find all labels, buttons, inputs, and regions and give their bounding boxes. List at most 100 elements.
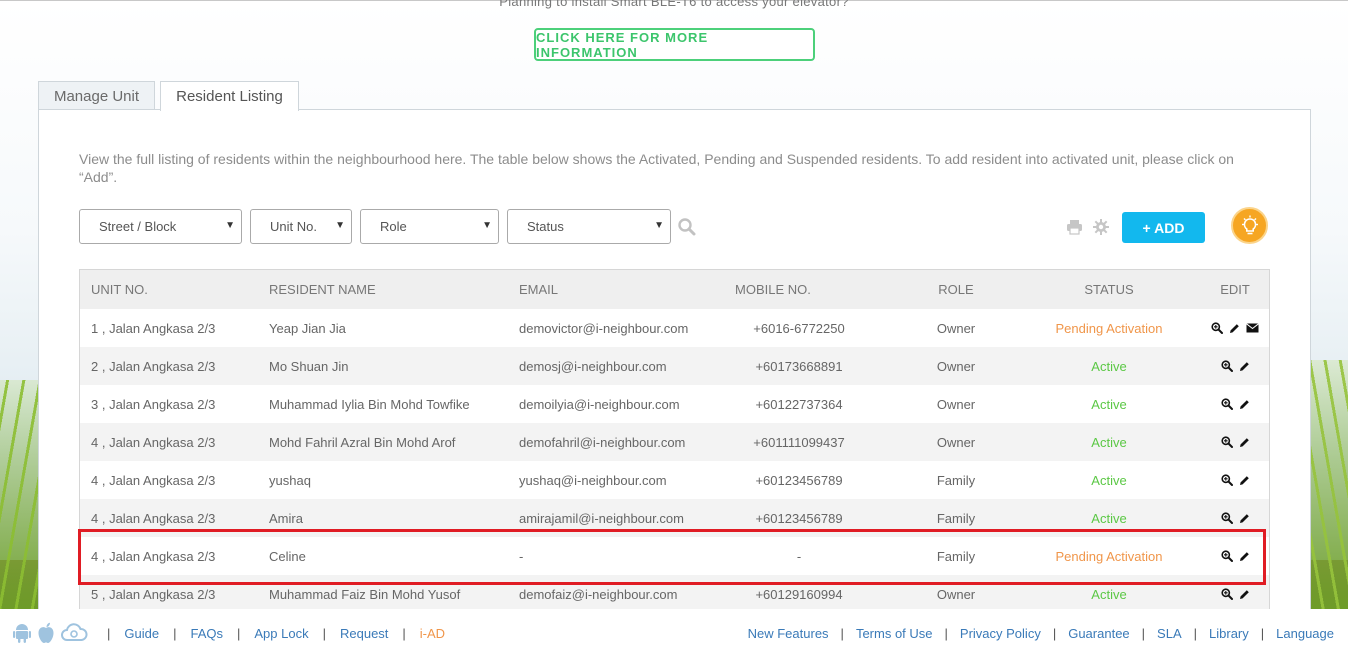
- footer-separator: |: [237, 625, 241, 641]
- view-details-icon[interactable]: [1220, 550, 1233, 562]
- footer-link-app-lock[interactable]: App Lock: [254, 626, 308, 641]
- cell-resident-name: Muhammad Iylia Bin Mohd Towfike: [269, 396, 470, 412]
- edit-pencil-icon[interactable]: [1239, 513, 1250, 524]
- footer-link-sla[interactable]: SLA: [1157, 626, 1182, 641]
- col-role: ROLE: [938, 282, 974, 297]
- cloud-icon[interactable]: [60, 623, 88, 643]
- apple-icon[interactable]: [37, 622, 55, 644]
- table-row: 2 , Jalan Angkasa 2/3 Mo Shuan Jin demosj@…: [80, 347, 1269, 385]
- col-status: STATUS: [1084, 282, 1134, 297]
- street-block-select-value: Street / Block: [99, 219, 177, 234]
- edit-pencil-icon[interactable]: [1239, 437, 1250, 448]
- cell-role: Family: [936, 548, 976, 564]
- view-details-icon[interactable]: [1220, 436, 1233, 448]
- footer-separator: |: [1141, 626, 1146, 641]
- cell-mobile-no: +6016-6772250: [753, 320, 845, 336]
- footer-separator: |: [1260, 626, 1265, 641]
- tab-manage-unit[interactable]: Manage Unit: [38, 81, 155, 111]
- footer-link-guide[interactable]: Guide: [124, 626, 159, 641]
- cell-unit-no: 4 , Jalan Angkasa 2/3: [91, 510, 216, 526]
- tab-resident-listing[interactable]: Resident Listing: [160, 81, 299, 111]
- edit-pencil-icon[interactable]: [1239, 551, 1250, 562]
- footer-link-new-features[interactable]: New Features: [748, 626, 829, 641]
- promo-text: Planning to install Smart BLE-T6 to acce…: [499, 0, 849, 9]
- add-resident-button[interactable]: + ADD: [1122, 212, 1205, 243]
- print-icon[interactable]: [1066, 219, 1083, 240]
- resident-table: UNIT NO. RESIDENT NAME EMAIL MOBILE NO. …: [79, 269, 1270, 609]
- footer-link-library[interactable]: Library: [1209, 626, 1249, 641]
- edit-pencil-icon[interactable]: [1229, 323, 1240, 334]
- intro-text: View the full listing of residents withi…: [79, 151, 1234, 185]
- android-icon[interactable]: [12, 622, 32, 644]
- cell-unit-no: 4 , Jalan Angkasa 2/3: [91, 472, 216, 488]
- col-unit-no: UNIT NO.: [91, 282, 148, 297]
- footer-link-privacy[interactable]: Privacy Policy: [960, 626, 1041, 641]
- edit-pencil-icon[interactable]: [1239, 475, 1250, 486]
- more-info-button[interactable]: CLICK HERE FOR MORE INFORMATION: [534, 28, 815, 61]
- cell-unit-no: 1 , Jalan Angkasa 2/3: [91, 320, 216, 336]
- cell-mobile-no: +60173668891: [755, 358, 843, 374]
- cell-unit-no: 2 , Jalan Angkasa 2/3: [91, 358, 216, 374]
- view-details-icon[interactable]: [1220, 474, 1233, 486]
- view-details-icon[interactable]: [1220, 360, 1233, 372]
- unit-no-select-value: Unit No.: [270, 219, 317, 234]
- chevron-down-icon: ▼: [335, 220, 345, 231]
- cell-edit: [1200, 398, 1269, 410]
- footer-right: New Features | Terms of Use | Privacy Po…: [748, 626, 1334, 641]
- cell-role: Owner: [936, 396, 976, 412]
- edit-pencil-icon[interactable]: [1239, 399, 1250, 410]
- col-resident-name: RESIDENT NAME: [269, 282, 376, 297]
- footer-link-i-ad[interactable]: i-AD: [420, 626, 445, 641]
- street-block-select[interactable]: Street / Block ▼: [79, 209, 242, 244]
- cell-edit: [1200, 436, 1269, 448]
- envelope-icon[interactable]: [1246, 323, 1259, 333]
- cell-status: Active: [1091, 358, 1127, 374]
- gear-icon[interactable]: [1093, 219, 1109, 240]
- chevron-down-icon: ▼: [225, 220, 235, 231]
- table-row: 4 , Jalan Angkasa 2/3 Amira amirajamil@i-n…: [80, 499, 1269, 537]
- footer-separator: |: [322, 625, 326, 641]
- cell-resident-name: Mohd Fahril Azral Bin Mohd Arof: [269, 434, 456, 450]
- footer-link-guarantee[interactable]: Guarantee: [1068, 626, 1129, 641]
- col-edit: EDIT: [1220, 282, 1250, 297]
- footer-link-terms[interactable]: Terms of Use: [856, 626, 933, 641]
- footer-separator: |: [1052, 626, 1057, 641]
- edit-pencil-icon[interactable]: [1239, 361, 1250, 372]
- footer-separator: |: [840, 626, 844, 641]
- footer-link-faqs[interactable]: FAQs: [190, 626, 223, 641]
- cell-email: demoilyia@i-neighbour.com: [519, 396, 680, 412]
- view-details-icon[interactable]: [1211, 322, 1223, 334]
- cell-unit-no: 3 , Jalan Angkasa 2/3: [91, 396, 216, 412]
- table-row: 4 , Jalan Angkasa 2/3 Mohd Fahril Azral B…: [80, 423, 1269, 461]
- cell-resident-name: Celine: [269, 548, 306, 564]
- cell-status: Pending Activation: [1055, 548, 1163, 564]
- cell-resident-name: Amira: [269, 510, 303, 526]
- role-select[interactable]: Role ▼: [360, 209, 499, 244]
- status-select[interactable]: Status ▼: [507, 209, 671, 244]
- unit-no-select[interactable]: Unit No. ▼: [250, 209, 352, 244]
- footer-separator: |: [107, 625, 111, 641]
- role-select-value: Role: [380, 219, 407, 234]
- view-details-icon[interactable]: [1220, 398, 1233, 410]
- footer-separator: |: [1193, 626, 1198, 641]
- view-details-icon[interactable]: [1220, 588, 1233, 600]
- footer-link-request[interactable]: Request: [340, 626, 388, 641]
- cell-mobile-no: -: [796, 548, 802, 564]
- cell-edit: [1200, 474, 1269, 486]
- search-icon[interactable]: [678, 218, 696, 241]
- table-row: 3 , Jalan Angkasa 2/3 Muhammad Iylia Bin …: [80, 385, 1269, 423]
- cell-mobile-no: +60129160994: [755, 586, 843, 602]
- cell-edit: [1200, 550, 1269, 562]
- cell-status: Active: [1091, 510, 1127, 526]
- chevron-down-icon: ▼: [482, 220, 492, 231]
- edit-pencil-icon[interactable]: [1239, 589, 1250, 600]
- cell-status: Active: [1091, 396, 1127, 412]
- cell-unit-no: 4 , Jalan Angkasa 2/3: [91, 548, 216, 564]
- cell-resident-name: yushaq: [269, 472, 311, 488]
- cell-role: Owner: [936, 320, 976, 336]
- view-details-icon[interactable]: [1220, 512, 1233, 524]
- lightbulb-icon[interactable]: [1231, 207, 1268, 244]
- footer-separator: |: [173, 625, 177, 641]
- footer-link-language[interactable]: Language: [1276, 626, 1334, 641]
- col-mobile-no: MOBILE NO.: [735, 282, 811, 297]
